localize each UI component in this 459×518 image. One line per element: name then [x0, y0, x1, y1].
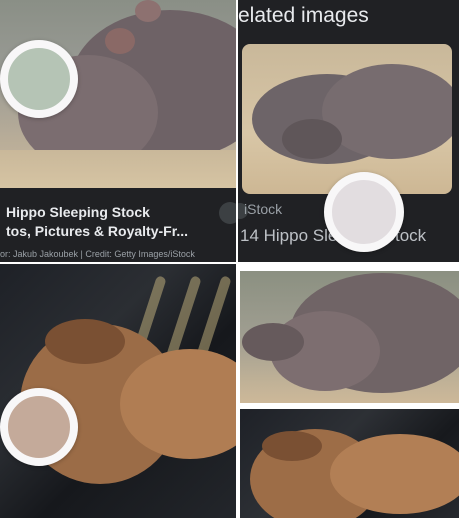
scroll-indicator: [219, 202, 236, 224]
dog-body-shape: [330, 434, 459, 514]
hippo-ear-shape: [135, 0, 161, 22]
ground-shape: [0, 150, 236, 188]
result-caption[interactable]: Hippo Sleeping Stock tos, Pictures & Roy…: [0, 188, 236, 262]
dog-ear-shape: [45, 319, 125, 364]
hippo-calf-head-shape: [282, 119, 342, 159]
related-image-source: iStock: [244, 201, 283, 217]
result-title-line-1[interactable]: Hippo Sleeping Stock: [6, 204, 150, 220]
color-swatch-tan[interactable]: [0, 388, 78, 466]
color-swatch-sage[interactable]: [0, 40, 78, 118]
result-title-line-2[interactable]: tos, Pictures & Royalty-Fr...: [6, 223, 188, 239]
dog-thumbnail-image[interactable]: [240, 409, 459, 518]
related-image-thumbnail[interactable]: [242, 44, 452, 194]
hippo-thumbnail-image[interactable]: [240, 271, 459, 403]
hippo-calf-shape: [322, 64, 452, 159]
related-images-heading: elated images: [238, 4, 369, 27]
color-swatch-light-gray[interactable]: [324, 172, 404, 252]
image-credit: or: Jakub Jakoubek | Credit: Getty Image…: [0, 249, 195, 259]
hippo-background-shape: [242, 323, 304, 361]
dog-ear-shape: [262, 431, 322, 461]
hippo-eye-shape: [105, 28, 135, 54]
